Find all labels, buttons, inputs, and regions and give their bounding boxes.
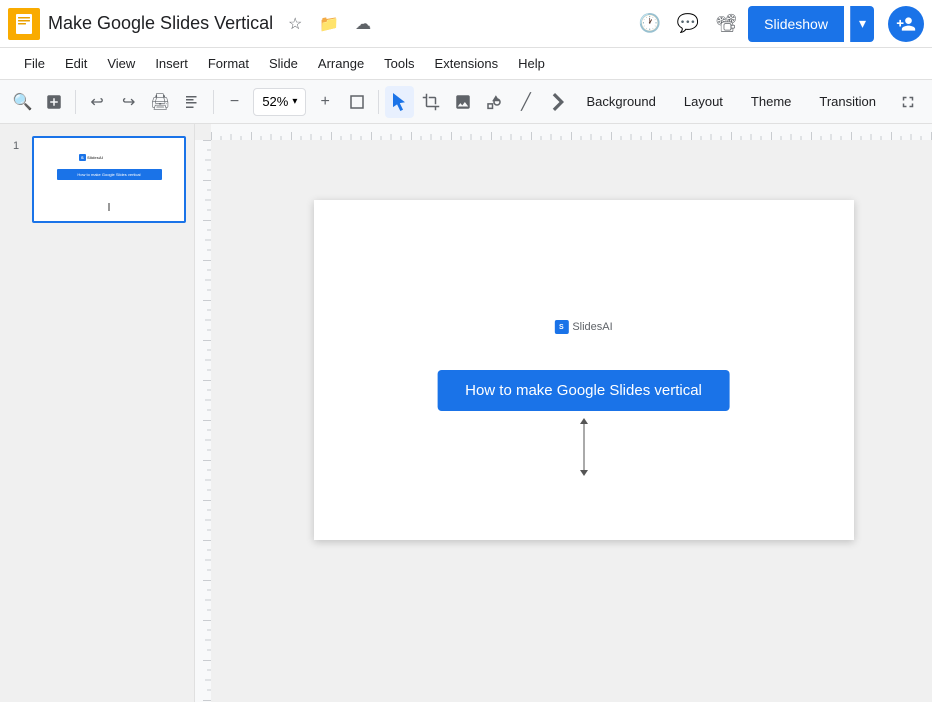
app-icon (8, 8, 40, 40)
cloud-icon[interactable]: ☁ (349, 10, 377, 38)
arrow-button[interactable] (543, 86, 573, 118)
image-button[interactable] (448, 86, 478, 118)
thumb-content: S SlidesAI How to make Google Slides ver… (34, 138, 184, 221)
menu-help[interactable]: Help (510, 52, 553, 75)
line-button[interactable]: ╱ (511, 86, 541, 118)
menu-file[interactable]: File (16, 52, 53, 75)
menu-slide[interactable]: Slide (261, 52, 306, 75)
folder-icon[interactable]: 📁 (315, 10, 343, 38)
menu-tools[interactable]: Tools (376, 52, 422, 75)
slide-thumb-container-1: 1 S SlidesAI How to make Google Slides v… (8, 136, 186, 223)
background-button[interactable]: Background (574, 90, 667, 113)
redo-button[interactable]: ↪ (114, 86, 144, 118)
thumb-title-box: How to make Google Slides vertical (57, 169, 162, 180)
crop-button[interactable] (416, 86, 446, 118)
main-content: 1 S SlidesAI How to make Google Slides v… (0, 124, 932, 702)
canvas-title-box[interactable]: How to make Google Slides vertical (437, 370, 730, 411)
title-icons: ☆ 📁 ☁ (281, 10, 377, 38)
shape-button[interactable] (480, 86, 510, 118)
layout-button[interactable]: Layout (672, 90, 735, 113)
menu-insert[interactable]: Insert (147, 52, 196, 75)
slide-number-1: 1 (8, 140, 24, 152)
zoom-out-button[interactable]: − (220, 86, 250, 118)
ruler-horizontal (211, 124, 932, 140)
doc-title[interactable]: Make Google Slides Vertical (48, 13, 273, 34)
slideshow-dropdown-button[interactable]: ▾ (850, 6, 874, 42)
history-icon[interactable]: 🕐 (634, 8, 666, 40)
sep-2 (213, 90, 214, 114)
thumb-cursor (109, 203, 110, 211)
canvas-logo-area: S SlidesAI (554, 320, 612, 334)
zoom-dropdown-icon: ▾ (292, 96, 297, 107)
toolbar: 🔍 ↩ ↪ 🖨 − 52% ▾ + ╱ Background Layout Th… (0, 80, 932, 124)
slideshow-button[interactable]: Slideshow (748, 6, 844, 42)
zoom-in-button[interactable]: + (310, 86, 340, 118)
menu-edit[interactable]: Edit (57, 52, 95, 75)
present-icon[interactable]: 📽 (710, 8, 742, 40)
transition-button[interactable]: Transition (807, 90, 888, 113)
canvas-cursor-line (583, 420, 584, 470)
search-button[interactable]: 🔍 (8, 86, 38, 118)
thumb-title-text: How to make Google Slides vertical (61, 172, 158, 177)
slide-thumbnail-1[interactable]: S SlidesAI How to make Google Slides ver… (32, 136, 186, 223)
menu-extensions[interactable]: Extensions (427, 52, 507, 75)
slide-options: Background Layout Theme Transition (574, 86, 924, 118)
canvas-title-text: How to make Google Slides vertical (465, 382, 702, 399)
slides-ai-label: SlidesAI (572, 321, 612, 333)
sep-1 (75, 90, 76, 114)
share-button[interactable] (888, 6, 924, 42)
fit-slide-button[interactable] (342, 86, 372, 118)
theme-button[interactable]: Theme (739, 90, 803, 113)
thumb-logo: S SlidesAI (79, 155, 103, 161)
canvas-area[interactable]: S SlidesAI How to make Google Slides ver… (195, 124, 932, 702)
menu-bar: File Edit View Insert Format Slide Arran… (0, 48, 932, 80)
undo-button[interactable]: ↩ (82, 86, 112, 118)
menu-arrange[interactable]: Arrange (310, 52, 372, 75)
star-icon[interactable]: ☆ (281, 10, 309, 38)
slide-canvas[interactable]: S SlidesAI How to make Google Slides ver… (314, 200, 854, 540)
menu-view[interactable]: View (99, 52, 143, 75)
zoom-control[interactable]: 52% ▾ (253, 88, 306, 116)
sep-3 (378, 90, 379, 114)
menu-format[interactable]: Format (200, 52, 257, 75)
resize-arrow-down (580, 470, 588, 476)
expand-button[interactable] (892, 86, 924, 118)
slides-ai-logo-icon: S (554, 320, 568, 334)
print-button[interactable]: 🖨 (145, 86, 175, 118)
title-bar: Make Google Slides Vertical ☆ 📁 ☁ 🕐 💬 📽 … (0, 0, 932, 48)
select-tool-button[interactable] (385, 86, 415, 118)
zoom-level: 52% (262, 94, 288, 109)
title-toolbar-right: 🕐 💬 📽 Slideshow ▾ (634, 6, 924, 42)
add-new-button[interactable] (40, 86, 70, 118)
comment-icon[interactable]: 💬 (672, 8, 704, 40)
ruler-vertical (195, 140, 211, 702)
paint-format-button[interactable] (177, 86, 207, 118)
slides-panel: 1 S SlidesAI How to make Google Slides v… (0, 124, 195, 702)
